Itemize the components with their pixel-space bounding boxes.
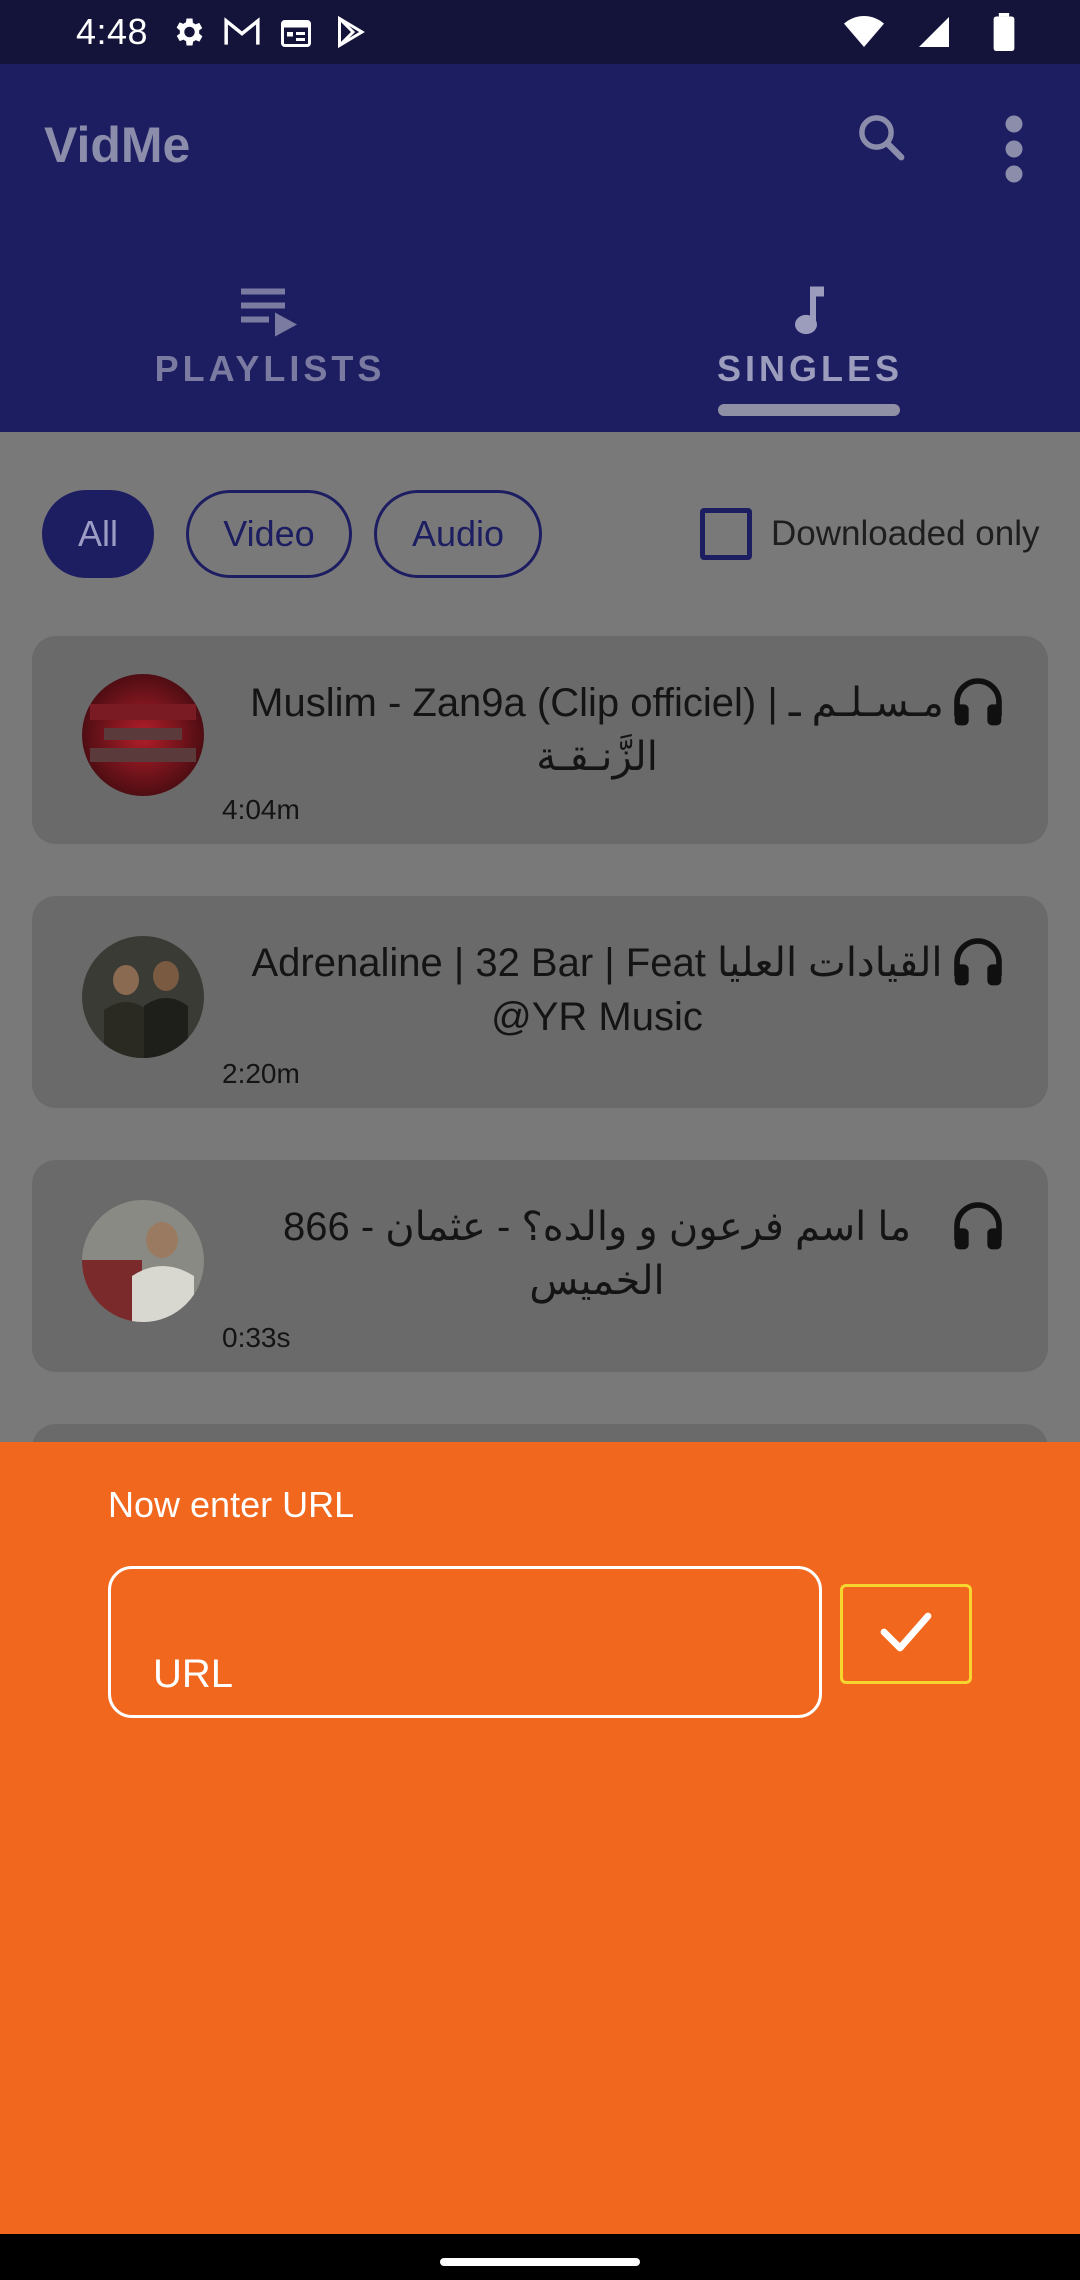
list-item[interactable]: 866 - ما اسم فرعون و والده؟ - عثمان الخم… <box>32 1160 1048 1372</box>
downloaded-only-checkbox[interactable] <box>700 508 752 560</box>
battery-icon <box>984 12 1024 52</box>
tab-playlists[interactable]: PLAYLISTS <box>0 244 540 432</box>
item-title: Adrenaline | 32 Bar | Feat القيادات العل… <box>251 941 943 1039</box>
check-icon <box>878 1610 934 1659</box>
headphones-icon <box>950 1198 1006 1254</box>
url-input[interactable] <box>108 1566 822 1718</box>
downloaded-only-label: Downloaded only <box>771 514 1040 553</box>
app-title: VidMe <box>44 117 191 173</box>
wifi-icon <box>844 12 884 52</box>
status-time: 4:48 <box>76 11 149 52</box>
tab-indicator <box>718 404 900 416</box>
item-title: Muslim - Zan9a (Clip officiel) | مـسـلـم… <box>250 681 944 779</box>
system-nav-bar <box>0 2234 1080 2280</box>
home-handle[interactable] <box>440 2258 640 2266</box>
item-title: 866 - ما اسم فرعون و والده؟ - عثمان الخم… <box>283 1205 911 1303</box>
music-note-icon <box>792 286 828 342</box>
search-button[interactable] <box>848 106 914 172</box>
url-prompt: Now enter URL <box>108 1484 355 1525</box>
gmail-icon <box>222 12 262 52</box>
item-thumbnail <box>82 1200 204 1322</box>
headphones-icon <box>950 674 1006 730</box>
more-options-button[interactable] <box>986 106 1042 196</box>
filter-chip-audio[interactable]: Audio <box>374 490 542 578</box>
play-store-icon <box>330 12 370 52</box>
singles-content: All Video Audio Downloaded only Muslim -… <box>0 432 1080 1544</box>
item-duration: 2:20m <box>222 1058 300 1089</box>
playlist-play-icon <box>241 287 299 342</box>
item-duration: 4:04m <box>222 794 300 825</box>
item-thumbnail <box>82 674 204 796</box>
calendar-icon <box>276 12 316 52</box>
app-screen: 4:48 VidMe PLAYLISTS SINGLES All Video A… <box>0 0 1080 2280</box>
item-thumbnail <box>82 936 204 1058</box>
item-duration: 0:33s <box>222 1322 291 1353</box>
tab-singles-label: SINGLES <box>716 348 904 389</box>
list-item[interactable]: Adrenaline | 32 Bar | Feat القيادات العل… <box>32 896 1048 1108</box>
filter-chip-all[interactable]: All <box>42 490 154 578</box>
status-bar: 4:48 <box>0 0 1080 64</box>
headphones-icon <box>950 934 1006 990</box>
signal-icon <box>914 12 954 52</box>
more-vert-icon <box>1004 114 1024 189</box>
list-item[interactable]: Muslim - Zan9a (Clip officiel) | مـسـلـم… <box>32 636 1048 844</box>
tab-playlists-label: PLAYLISTS <box>154 348 386 389</box>
gear-icon <box>168 12 208 52</box>
app-bar: VidMe PLAYLISTS SINGLES <box>0 64 1080 432</box>
url-bottom-sheet: Now enter URL <box>0 1442 1080 2234</box>
filter-chip-video[interactable]: Video <box>186 490 352 578</box>
confirm-url-button[interactable] <box>840 1584 972 1684</box>
search-icon <box>854 110 908 169</box>
